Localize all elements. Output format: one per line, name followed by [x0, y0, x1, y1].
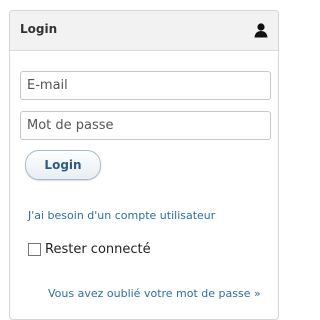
- need-account-link[interactable]: J'ai besoin d'un compte utilisateur: [28, 209, 215, 222]
- login-button[interactable]: Login: [25, 150, 101, 180]
- password-input[interactable]: [20, 111, 271, 140]
- email-input[interactable]: [20, 71, 271, 100]
- forgot-password-link[interactable]: Vous avez oublié votre mot de passe »: [48, 287, 261, 300]
- remember-me[interactable]: Rester connecté: [28, 240, 151, 258]
- panel-header: Login: [10, 11, 278, 51]
- login-panel: Login Login J'ai besoin d'un compte util…: [9, 10, 279, 320]
- panel-title: Login: [20, 22, 58, 36]
- remember-me-checkbox[interactable]: [28, 242, 41, 256]
- remember-me-label: Rester connecté: [45, 241, 151, 257]
- user-icon: [254, 23, 268, 38]
